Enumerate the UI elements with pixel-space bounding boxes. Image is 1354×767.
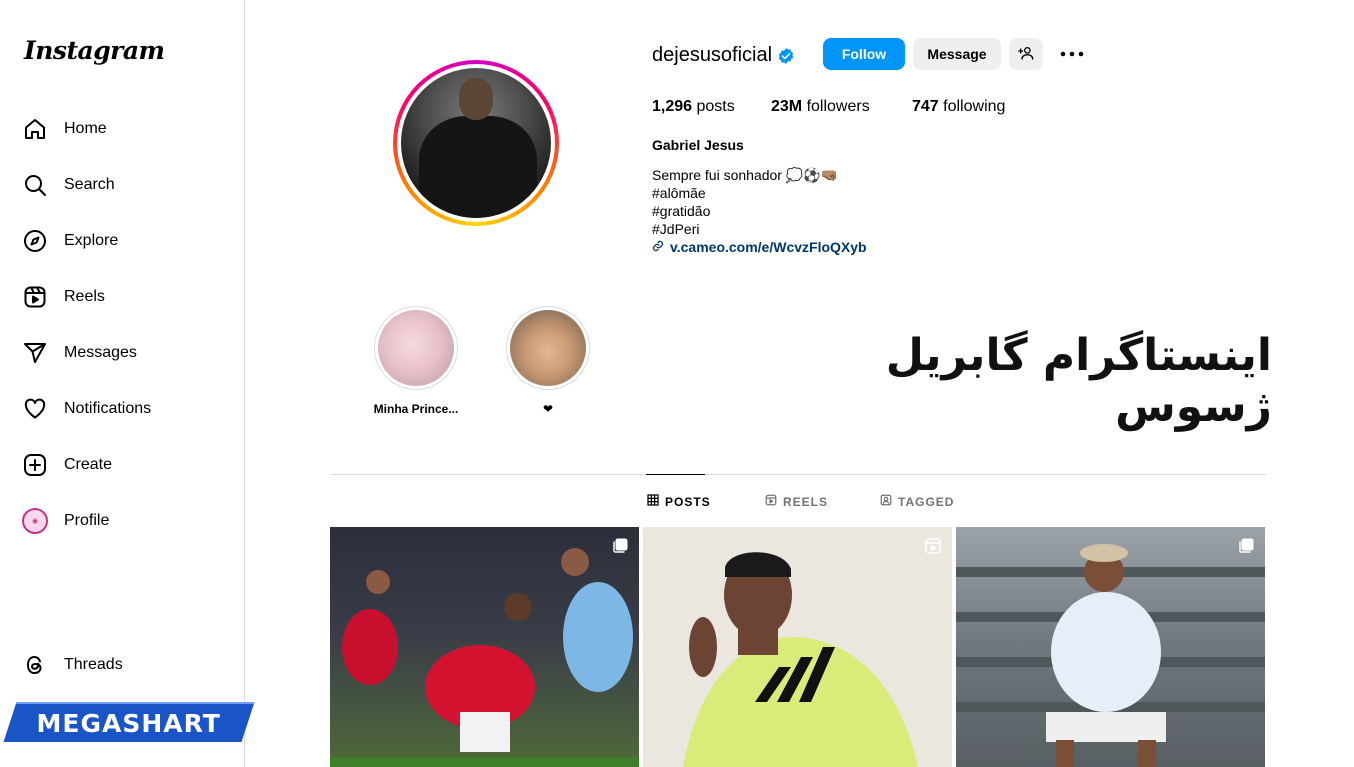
compass-icon bbox=[22, 228, 48, 254]
bio-line: Sempre fui sonhador 💭⚽🤜🏽 bbox=[652, 167, 839, 183]
threads-icon bbox=[22, 652, 48, 678]
plus-square-icon bbox=[22, 452, 48, 478]
reels-icon bbox=[22, 284, 48, 310]
tagged-icon bbox=[880, 494, 892, 509]
bio-link[interactable]: v.cameo.com/e/WcvzFloQXyb bbox=[652, 239, 867, 255]
post-image bbox=[683, 552, 918, 767]
tab-label: POSTS bbox=[665, 494, 711, 509]
carousel-icon bbox=[611, 537, 629, 560]
sidebar-item-notifications[interactable]: Notifications bbox=[12, 381, 234, 437]
bio-hashtag[interactable]: #alômãe bbox=[652, 185, 706, 201]
sidebar-item-label: Home bbox=[64, 120, 107, 137]
story-highlight[interactable]: Minha Prince... bbox=[373, 306, 459, 416]
reel-icon bbox=[924, 537, 942, 560]
sidebar-item-create[interactable]: Create bbox=[12, 437, 234, 493]
post-thumbnail[interactable] bbox=[643, 527, 952, 767]
megashart-watermark: MEGASHART bbox=[3, 702, 255, 742]
grid-icon bbox=[647, 494, 659, 509]
watermark-text: MEGASHART bbox=[36, 708, 221, 738]
tab-posts[interactable]: POSTS bbox=[647, 494, 711, 509]
tab-label: TAGGED bbox=[898, 494, 955, 509]
tab-reels[interactable]: REELS bbox=[765, 494, 828, 509]
sidebar-item-explore[interactable]: Explore bbox=[12, 213, 234, 269]
sidebar-item-label: Profile bbox=[64, 512, 110, 529]
post-image bbox=[956, 544, 1265, 767]
profile-username: dejesusoficial bbox=[652, 44, 773, 66]
sidebar-item-label: Notifications bbox=[64, 400, 152, 417]
sidebar-item-label: Messages bbox=[64, 344, 137, 361]
search-icon bbox=[22, 172, 48, 198]
highlight-cover bbox=[378, 310, 454, 386]
sidebar-nav: Home Search Explore Reels Messages Notif… bbox=[12, 101, 234, 549]
instagram-logo[interactable]: Instagram bbox=[24, 36, 165, 65]
send-icon bbox=[22, 340, 48, 366]
follow-button[interactable]: Follow bbox=[823, 38, 905, 70]
add-user-icon bbox=[1018, 45, 1034, 64]
highlight-label: ❤ bbox=[542, 402, 554, 416]
sidebar: Instagram Home Search Explore Reels Mess… bbox=[0, 0, 245, 767]
sidebar-item-label: Create bbox=[64, 456, 113, 473]
carousel-icon bbox=[1237, 537, 1255, 560]
post-thumbnail[interactable] bbox=[956, 527, 1265, 767]
sidebar-item-label: Explore bbox=[64, 232, 119, 249]
active-tab-indicator bbox=[646, 474, 705, 475]
bio-hashtag[interactable]: #gratidão bbox=[652, 203, 710, 219]
message-button[interactable]: Message bbox=[913, 38, 1001, 70]
heart-icon bbox=[22, 396, 48, 422]
reels-icon bbox=[765, 494, 777, 509]
home-icon bbox=[22, 116, 48, 142]
tab-tagged[interactable]: TAGGED bbox=[880, 494, 954, 509]
sidebar-threads: Threads bbox=[12, 637, 234, 693]
followers-count[interactable]: 23M followers bbox=[771, 98, 870, 116]
sidebar-item-messages[interactable]: Messages bbox=[12, 325, 234, 381]
story-highlight[interactable]: ❤ bbox=[505, 306, 591, 416]
sidebar-item-label: Reels bbox=[64, 288, 105, 305]
sidebar-item-reels[interactable]: Reels bbox=[12, 269, 234, 325]
link-icon bbox=[652, 239, 664, 255]
posts-count: 1,296 posts bbox=[652, 98, 735, 115]
bio-hashtag[interactable]: #JdPeri bbox=[652, 221, 699, 237]
bio-link-text: v.cameo.com/e/WcvzFloQXyb bbox=[670, 239, 867, 255]
more-options-icon[interactable] bbox=[1058, 42, 1086, 66]
profile-avatar bbox=[401, 68, 551, 218]
sidebar-item-profile[interactable]: ◉ Profile bbox=[12, 493, 234, 549]
verified-badge-icon bbox=[777, 47, 795, 70]
overlay-caption: اینستاگرام گابریل ژسوس bbox=[885, 330, 1272, 432]
sidebar-item-home[interactable]: Home bbox=[12, 101, 234, 157]
sidebar-item-threads[interactable]: Threads bbox=[12, 637, 234, 693]
tabs-divider bbox=[330, 474, 1266, 475]
avatar: ◉ bbox=[22, 508, 48, 534]
suggested-users-button[interactable] bbox=[1009, 38, 1043, 70]
sidebar-item-search[interactable]: Search bbox=[12, 157, 234, 213]
tab-label: REELS bbox=[783, 494, 829, 509]
post-thumbnail[interactable] bbox=[330, 527, 639, 767]
following-count[interactable]: 747 following bbox=[912, 98, 1005, 116]
profile-avatar-story-ring[interactable] bbox=[393, 60, 559, 226]
sidebar-item-label: Search bbox=[64, 176, 115, 193]
profile-full-name: Gabriel Jesus bbox=[652, 137, 744, 153]
highlight-label: Minha Prince... bbox=[373, 402, 459, 416]
post-image bbox=[330, 548, 639, 767]
sidebar-item-label: Threads bbox=[64, 656, 123, 673]
highlight-cover bbox=[510, 310, 586, 386]
